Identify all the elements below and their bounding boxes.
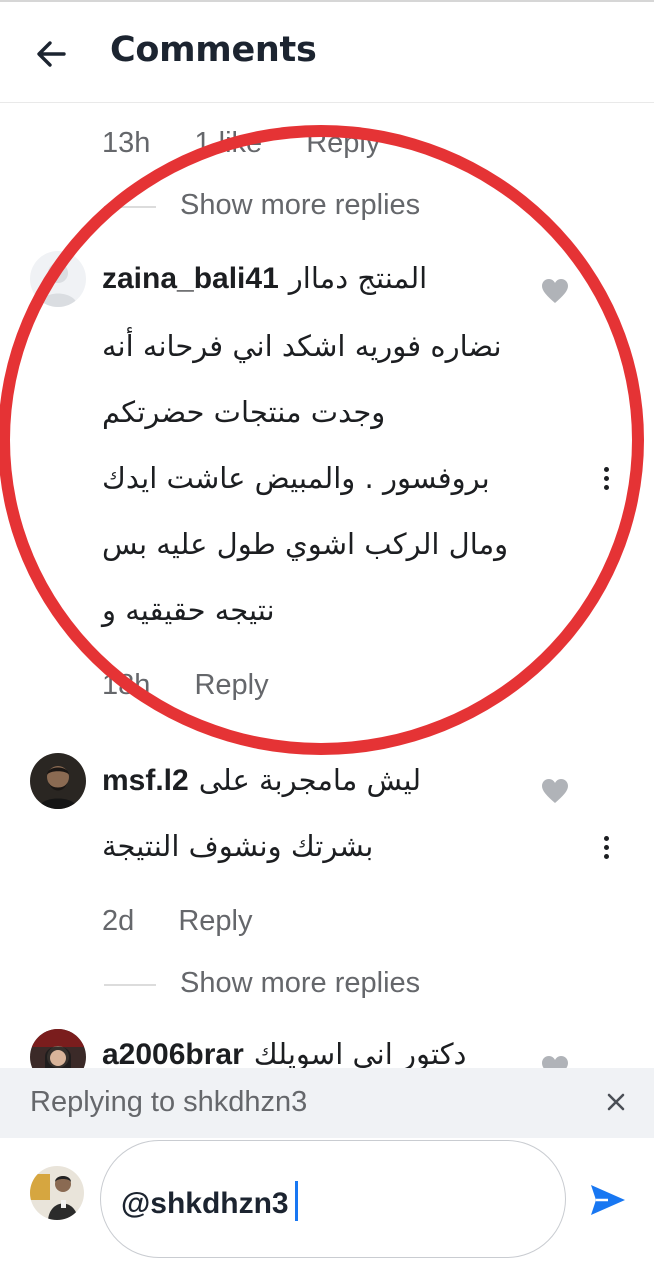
comment-likes[interactable]: 1 like [194, 127, 262, 159]
comment-meta: 13h 1 like Reply [102, 127, 416, 160]
page-title: Comments [110, 30, 317, 70]
comment-text-line: بشرتك ونشوف النتيجة [102, 829, 374, 863]
reply-button[interactable]: Reply [178, 905, 252, 937]
comment-composer: @shkdhzn3 [0, 1138, 654, 1280]
replying-to-text: Replying to shkdhzn3 [30, 1086, 308, 1118]
comment-username[interactable]: a2006brar [102, 1038, 244, 1068]
comment-username[interactable]: msf.l2 [102, 764, 189, 797]
heart-icon [542, 779, 568, 803]
comment-input-text: @shkdhzn3 [121, 1181, 298, 1221]
comment-text-line: دكتور انى اسويلك [253, 1037, 467, 1068]
like-button[interactable] [541, 1055, 569, 1068]
like-button[interactable] [541, 278, 569, 304]
header: Comments [0, 2, 654, 103]
comments-list[interactable]: 13h 1 like Reply Show more replies zaina… [0, 103, 654, 1068]
comment-meta: 18h Reply [102, 669, 305, 702]
comment-input-value: @shkdhzn3 [121, 1187, 289, 1220]
back-arrow-icon [37, 41, 66, 67]
more-options-button[interactable] [601, 836, 611, 866]
like-button[interactable] [541, 778, 569, 804]
comment-text-line: ومال الركب اشوي طول عليه بس [102, 527, 509, 561]
replies-divider [104, 984, 156, 986]
comment-text-line: وجدت منتجات حضرتكم [102, 395, 386, 429]
comment-time: 18h [102, 669, 151, 701]
avatar[interactable] [30, 753, 86, 809]
comment-text-line: نضاره فوريه اشكد اني فرحانه أنه [102, 329, 502, 363]
replies-divider [104, 206, 156, 208]
cancel-reply-button[interactable] [600, 1086, 632, 1118]
back-button[interactable] [30, 32, 74, 76]
text-caret [294, 1181, 298, 1221]
user-photo-avatar [30, 1029, 86, 1068]
show-more-replies-button[interactable]: Show more replies [180, 189, 420, 222]
user-photo-avatar [30, 753, 86, 809]
comment-username[interactable]: zaina_bali41 [102, 262, 279, 295]
comment-first-line: zaina_bali41 المنتج دماار [102, 261, 427, 296]
comment-text-line: بروفسور . والمبيض عاشت ايدك [102, 461, 490, 495]
comment-time: 13h [102, 127, 151, 159]
avatar[interactable] [30, 251, 86, 307]
avatar[interactable] [30, 1029, 86, 1068]
user-photo-avatar [30, 1166, 84, 1220]
reply-button[interactable]: Reply [306, 127, 380, 159]
comment-text-line: نتيجه حقيقيه و [102, 593, 275, 627]
reply-button[interactable]: Reply [194, 669, 268, 701]
more-options-button[interactable] [601, 467, 611, 497]
replying-to-bar: Replying to shkdhzn3 [0, 1068, 654, 1138]
comment-meta: 2d Reply [102, 905, 288, 938]
send-icon [591, 1185, 625, 1215]
comment-first-line: msf.l2 ليش مامجربة على [102, 763, 421, 798]
heart-icon [542, 1056, 568, 1068]
comment-time: 2d [102, 905, 135, 937]
close-icon [607, 1093, 625, 1111]
comment-text-line: المنتج دماار [288, 261, 428, 295]
comment-text-line: ليش مامجربة على [198, 763, 422, 797]
show-more-replies-button[interactable]: Show more replies [180, 967, 420, 1000]
heart-icon [542, 279, 568, 303]
comment-input[interactable]: @shkdhzn3 [100, 1140, 566, 1258]
default-avatar-icon [30, 251, 86, 307]
send-button[interactable] [588, 1180, 628, 1220]
my-avatar [30, 1166, 84, 1220]
comment-first-line: a2006brar دكتور انى اسويلك [102, 1037, 466, 1068]
